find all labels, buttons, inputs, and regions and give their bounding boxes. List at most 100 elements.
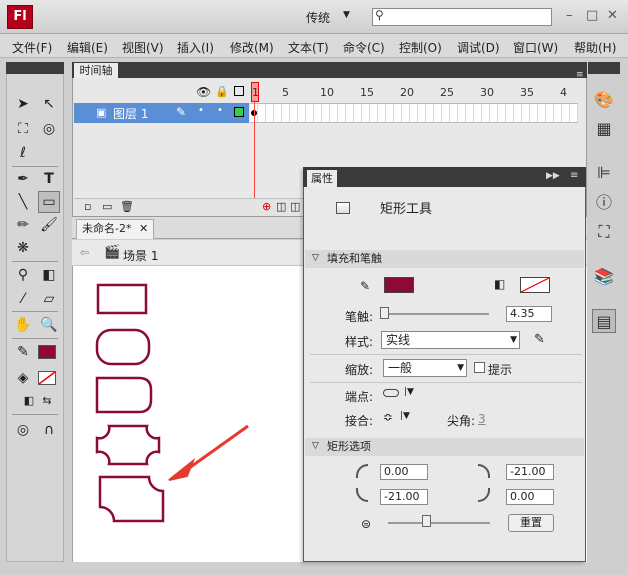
new-folder-icon[interactable]: ▭	[102, 200, 112, 213]
style-dropdown[interactable]: 实线 ▼	[381, 331, 520, 349]
onion-outline-icon[interactable]: ◫	[290, 200, 300, 213]
corner-slider-thumb[interactable]	[422, 515, 431, 527]
free-transform-tool-icon[interactable]: ⛶	[12, 118, 34, 140]
info-panel-icon[interactable]: ⓘ	[592, 191, 616, 215]
back-arrow-icon[interactable]: ⇦	[80, 246, 89, 259]
eyedropper-tool-icon[interactable]: ⁄	[12, 288, 34, 310]
zoom-tool-icon[interactable]: 🔍	[38, 314, 60, 336]
corner-bottom-left-input[interactable]: -21.00	[380, 489, 428, 505]
fill-color-swatch[interactable]	[520, 277, 550, 293]
onion-skin-icon[interactable]: ◫	[276, 200, 286, 213]
lasso-tool-icon[interactable]: ℓ	[12, 142, 34, 164]
miter-value[interactable]: 3	[478, 412, 486, 426]
menu-view[interactable]: 视图(V)	[122, 39, 164, 56]
stroke-width-input[interactable]: 4.35	[506, 306, 552, 322]
properties-panel-icon[interactable]: ▤	[592, 309, 616, 333]
menu-file[interactable]: 文件(F)	[12, 39, 52, 56]
stroke-color-swatch[interactable]	[384, 277, 414, 293]
corner-bottom-right-input[interactable]: 0.00	[506, 489, 554, 505]
pen-tool-icon[interactable]: ✒	[12, 168, 34, 190]
swap-colors-icon[interactable]: ⇆	[36, 390, 58, 412]
selection-tool-icon[interactable]: ➤	[12, 93, 34, 115]
center-frame-icon[interactable]: ⊕	[262, 200, 271, 213]
deco-tool-icon[interactable]: ❋	[12, 237, 34, 259]
menu-modify[interactable]: 修改(M)	[230, 39, 274, 56]
menu-commands[interactable]: 命令(C)	[343, 39, 385, 56]
stroke-color-swatch[interactable]	[38, 345, 56, 359]
visibility-dot[interactable]: •	[198, 105, 204, 116]
layer-outline-color[interactable]	[234, 107, 244, 117]
eraser-tool-icon[interactable]: ▱	[38, 288, 60, 310]
fill-color-swatch[interactable]	[38, 371, 56, 385]
close-icon[interactable]: ✕	[139, 222, 148, 235]
section-rectangle-options[interactable]: 矩形选项	[305, 438, 584, 456]
new-layer-icon[interactable]: ▫	[84, 200, 91, 213]
menu-text[interactable]: 文本(T)	[288, 39, 329, 56]
corner-top-left-input[interactable]: 0.00	[380, 464, 428, 480]
library-panel-icon[interactable]: 📚	[592, 265, 616, 289]
tab-timeline[interactable]: 时间轴	[74, 63, 118, 78]
scene-label[interactable]: 场景 1	[123, 247, 158, 264]
hand-tool-icon[interactable]: ✋	[12, 314, 34, 336]
3d-rotation-tool-icon[interactable]: ◎	[38, 118, 60, 140]
join-style-icon[interactable]: ≎	[383, 410, 393, 424]
tab-properties[interactable]: 属性	[307, 170, 337, 187]
color-panel-icon[interactable]: 🎨	[592, 88, 616, 112]
menu-help[interactable]: 帮助(H)	[574, 39, 616, 56]
frame-number: 10	[320, 86, 334, 99]
swatches-panel-icon[interactable]: ▦	[592, 117, 616, 141]
maximize-button[interactable]: □	[586, 8, 598, 23]
join-dropdown-arrow[interactable]: |▼	[400, 411, 410, 421]
cap-dropdown-arrow[interactable]: |▼	[404, 387, 414, 397]
lock-dot[interactable]: •	[217, 105, 223, 116]
menu-edit[interactable]: 编辑(E)	[67, 39, 108, 56]
tab-document[interactable]: 未命名-2* ✕	[76, 219, 154, 239]
align-panel-icon[interactable]: ⊫	[592, 161, 616, 185]
link-corners-icon[interactable]: ⊜	[361, 517, 371, 531]
object-drawing-icon[interactable]: ◎	[12, 419, 34, 441]
menu-control[interactable]: 控制(O)	[399, 39, 442, 56]
bone-tool-icon[interactable]: ⚲	[12, 264, 34, 286]
line-tool-icon[interactable]: ╲	[12, 191, 34, 213]
layer-name[interactable]: 图层 1	[113, 105, 148, 122]
search-input[interactable]	[372, 8, 552, 26]
subselection-tool-icon[interactable]: ↖	[38, 93, 60, 115]
stroke-slider-thumb[interactable]	[380, 307, 389, 319]
minimize-button[interactable]: –	[566, 8, 573, 23]
collapse-panel-icon[interactable]: ▶▶	[546, 171, 560, 181]
pencil-tool-icon[interactable]: ✏	[12, 214, 34, 236]
hint-checkbox[interactable]	[474, 362, 485, 373]
snap-to-objects-icon[interactable]: ∩	[38, 419, 60, 441]
frame-number: 25	[440, 86, 454, 99]
menu-insert[interactable]: 插入(I)	[177, 39, 214, 56]
delete-layer-icon[interactable]: 🗑	[120, 200, 134, 213]
menu-window[interactable]: 窗口(W)	[513, 39, 558, 56]
stroke-slider-track[interactable]	[383, 313, 489, 315]
menu-debug[interactable]: 调试(D)	[457, 39, 500, 56]
transform-panel-icon[interactable]: ⛶	[592, 220, 616, 244]
chevron-down-icon[interactable]: ▽	[312, 441, 319, 451]
chevron-down-icon[interactable]: ▼	[343, 10, 350, 20]
cap-label: 端点:	[345, 390, 374, 404]
panel-menu-icon[interactable]: ≡	[576, 70, 584, 80]
workspace-switcher[interactable]: 传统	[306, 9, 330, 26]
scale-dropdown[interactable]: 一般 ▼	[383, 359, 467, 377]
corner-top-right-input[interactable]: -21.00	[506, 464, 554, 480]
reset-button[interactable]: 重置	[508, 514, 554, 532]
panel-menu-icon[interactable]: ≡	[570, 170, 578, 181]
corner-slider-track[interactable]	[388, 522, 490, 524]
paint-bucket-tool-icon[interactable]: ◧	[38, 264, 60, 286]
section-fill-stroke[interactable]: 填充和笔触	[305, 250, 584, 268]
frames-area[interactable]	[250, 103, 578, 123]
eye-icon[interactable]: 👁	[196, 85, 211, 99]
edit-stroke-style-icon[interactable]: ✎	[534, 332, 545, 347]
rectangle-tool-icon[interactable]: ▭	[38, 191, 60, 213]
text-tool-icon[interactable]: T	[38, 168, 60, 190]
cap-style-icon[interactable]	[383, 389, 399, 397]
shape-rounded-rect	[95, 328, 151, 366]
chevron-down-icon[interactable]: ▽	[312, 253, 319, 263]
lock-icon[interactable]: 🔒	[215, 85, 229, 98]
close-button[interactable]: ✕	[607, 8, 618, 23]
brush-tool-icon[interactable]: 🖌	[38, 214, 60, 236]
outline-icon[interactable]	[234, 86, 244, 96]
